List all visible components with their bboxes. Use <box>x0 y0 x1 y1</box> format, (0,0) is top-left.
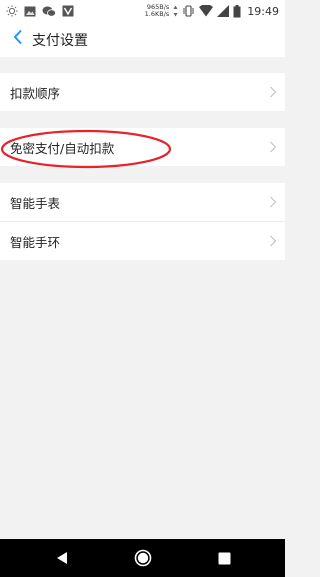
row-label: 免密支付/自动扣款 <box>10 140 115 156</box>
network-speed: 965B/s 1.6KB/s <box>145 4 170 18</box>
status-right: 965B/s 1.6KB/s 19:49 <box>145 2 279 20</box>
signal-icon <box>217 5 230 17</box>
settings-group-deduction-order: 扣款顺序 <box>0 73 285 111</box>
recents-square-icon <box>218 552 230 564</box>
navigation-bar <box>0 539 285 577</box>
screen: 965B/s 1.6KB/s 19:49 支付设置 扣款顺序 免密支付/自动扣款… <box>0 0 285 577</box>
chevron-right-icon <box>270 86 277 98</box>
row-label: 智能手环 <box>10 234 61 250</box>
nav-home-button[interactable] <box>133 548 153 568</box>
row-smart-watch[interactable]: 智能手表 <box>0 183 285 221</box>
chevron-right-icon <box>270 196 277 208</box>
net-speed-down: 1.6KB/s <box>144 10 170 18</box>
row-deduction-order[interactable]: 扣款顺序 <box>0 73 285 111</box>
home-circle-icon <box>134 549 152 567</box>
header: 支付设置 <box>0 22 285 57</box>
status-left <box>6 3 74 19</box>
row-label: 扣款顺序 <box>10 85 61 101</box>
nav-back-button[interactable] <box>52 548 72 568</box>
settings-group-password-free: 免密支付/自动扣款 <box>0 128 285 166</box>
status-bar: 965B/s 1.6KB/s 19:49 <box>0 0 285 22</box>
data-arrows-icon <box>173 5 178 17</box>
wifi-icon <box>199 5 214 17</box>
wechat-icon <box>42 6 56 17</box>
vpn-icon <box>62 5 74 17</box>
chevron-right-icon <box>270 235 277 247</box>
settings-group-wearables: 智能手表 智能手环 <box>0 183 285 260</box>
row-label: 智能手表 <box>10 195 61 211</box>
vibrate-icon <box>182 5 195 17</box>
nav-recents-button[interactable] <box>214 548 234 568</box>
page-title: 支付设置 <box>32 33 88 49</box>
back-button[interactable] <box>8 28 28 50</box>
row-smart-band[interactable]: 智能手环 <box>0 221 285 260</box>
brightness-icon <box>6 5 18 17</box>
chevron-right-icon <box>270 141 277 153</box>
row-password-free-payment[interactable]: 免密支付/自动扣款 <box>0 128 285 166</box>
clock: 19:49 <box>247 4 279 18</box>
chevron-left-icon <box>13 29 23 49</box>
back-triangle-icon <box>57 552 67 564</box>
battery-icon <box>233 4 241 18</box>
gallery-icon <box>24 6 36 17</box>
